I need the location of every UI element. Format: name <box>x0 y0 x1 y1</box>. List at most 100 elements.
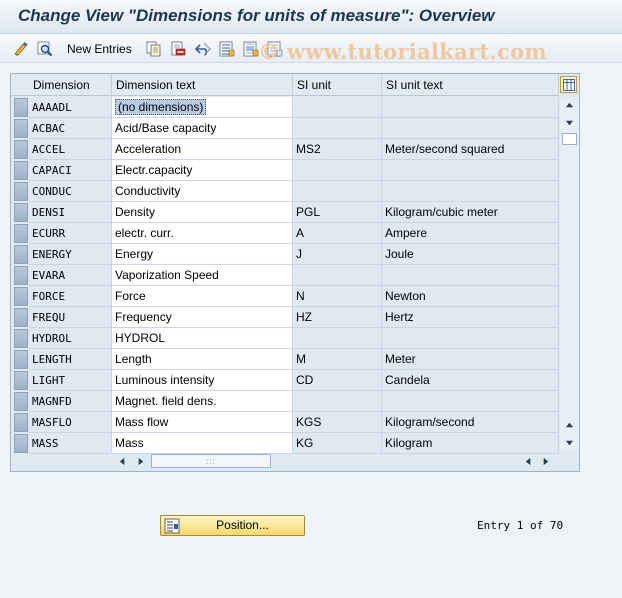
cell-dimension: ACBAC <box>29 118 112 139</box>
row-selector[interactable] <box>14 266 28 285</box>
watermark: © www.tutorialkart.com <box>258 39 547 64</box>
table-row: ENERGY Energy J Joule <box>11 244 559 265</box>
cell-si-unit <box>293 160 382 181</box>
scroll-far-left-icon[interactable] <box>522 455 535 468</box>
cell-si-unit: CD <box>293 370 382 391</box>
cell-si-unit-text <box>382 118 559 139</box>
cell-si-unit: PGL <box>293 202 382 223</box>
cell-dimension-text[interactable]: Energy <box>112 244 293 265</box>
horizontal-scrollbar[interactable]: ::: <box>111 452 559 470</box>
column-header-dimension[interactable]: Dimension <box>29 74 112 96</box>
cell-dimension-text[interactable]: Frequency <box>112 307 293 328</box>
cell-si-unit: N <box>293 286 382 307</box>
table-row: ACBAC Acid/Base capacity <box>11 118 559 139</box>
scroll-down-icon[interactable] <box>563 116 576 129</box>
row-selector[interactable] <box>14 203 28 222</box>
cell-si-unit-text-value: Candela <box>385 373 430 387</box>
cell-dimension: MAGNFD <box>29 391 112 412</box>
row-selector[interactable] <box>14 413 28 432</box>
position-button[interactable]: Position... <box>160 515 305 536</box>
row-selector[interactable] <box>14 182 28 201</box>
table-control: Dimension Dimension text SI unit SI unit… <box>10 73 580 472</box>
cell-dimension-text[interactable]: HYDROL <box>112 328 293 349</box>
cell-dimension-text-value: Luminous intensity <box>115 373 215 387</box>
row-selector[interactable] <box>14 245 28 264</box>
cell-dimension-text-value: Acceleration <box>115 142 182 156</box>
cell-dimension-text[interactable]: Conductivity <box>112 181 293 202</box>
table-row: FREQU Frequency HZ Hertz <box>11 307 559 328</box>
cell-dimension-text[interactable]: Length <box>112 349 293 370</box>
cell-si-unit: KGS <box>293 412 382 433</box>
column-header-si-unit-text[interactable]: SI unit text <box>382 74 559 96</box>
cell-dimension-text-value: Magnet. field dens. <box>115 394 217 408</box>
row-selector[interactable] <box>14 371 28 390</box>
scroll-right-icon[interactable] <box>134 455 147 468</box>
cell-dimension-text[interactable]: Force <box>112 286 293 307</box>
copy-icon[interactable] <box>145 40 163 58</box>
table-settings-icon[interactable] <box>560 76 577 93</box>
cell-dimension-text[interactable]: (no dimensions) <box>112 97 293 118</box>
cell-dimension-value: MAGNFD <box>32 395 72 408</box>
cell-dimension-text[interactable]: electr. curr. <box>112 223 293 244</box>
cell-dimension-text[interactable]: Acceleration <box>112 139 293 160</box>
row-selector[interactable] <box>14 392 28 411</box>
cell-dimension-text-value: Vaporization Speed <box>115 268 219 282</box>
table-row: LIGHT Luminous intensity CD Candela <box>11 370 559 391</box>
scroll-up-icon[interactable] <box>563 99 576 112</box>
scroll-far-right-icon[interactable] <box>539 455 552 468</box>
scroll-left-icon[interactable] <box>116 455 129 468</box>
cell-si-unit: A <box>293 223 382 244</box>
cell-dimension: CONDUC <box>29 181 112 202</box>
row-selector[interactable] <box>14 161 28 180</box>
cell-dimension: EVARA <box>29 265 112 286</box>
cell-si-unit <box>293 391 382 412</box>
vertical-scrollbar[interactable] <box>560 97 579 450</box>
cell-dimension-text[interactable]: Magnet. field dens. <box>112 391 293 412</box>
display-change-icon[interactable] <box>12 40 30 58</box>
cell-dimension: ENERGY <box>29 244 112 265</box>
cell-si-unit-text-value: Ampere <box>385 226 428 240</box>
cell-dimension-text[interactable]: Acid/Base capacity <box>112 118 293 139</box>
row-selector[interactable] <box>14 287 28 306</box>
row-selector[interactable] <box>14 224 28 243</box>
cell-dimension: HYDROL <box>29 328 112 349</box>
cell-dimension-text[interactable]: Electr.capacity <box>112 160 293 181</box>
cell-dimension: DENSI <box>29 202 112 223</box>
cell-dimension-text[interactable]: Vaporization Speed <box>112 265 293 286</box>
delete-icon[interactable] <box>169 40 187 58</box>
horizontal-scroll-thumb[interactable]: ::: <box>151 454 271 468</box>
row-selector[interactable] <box>14 119 28 138</box>
cell-dimension: MASFLO <box>29 412 112 433</box>
row-selector[interactable] <box>14 329 28 348</box>
cell-dimension-text[interactable]: Mass flow <box>112 412 293 433</box>
row-selector[interactable] <box>14 140 28 159</box>
cell-dimension-text[interactable]: Mass <box>112 433 293 454</box>
cell-dimension: ACCEL <box>29 139 112 160</box>
cell-si-unit-value: J <box>296 247 302 261</box>
cell-si-unit: HZ <box>293 307 382 328</box>
new-entries-button[interactable]: New Entries <box>67 42 132 56</box>
page-up-icon[interactable] <box>563 419 576 432</box>
cell-si-unit-text: Meter/second squared <box>382 139 559 160</box>
cell-dimension-text[interactable]: Luminous intensity <box>112 370 293 391</box>
cell-dimension-text-value: electr. curr. <box>115 226 174 240</box>
column-header-dimension-text[interactable]: Dimension text <box>112 74 293 96</box>
cell-dimension: MASS <box>29 433 112 454</box>
select-all-icon[interactable] <box>218 40 236 58</box>
cell-si-unit-text: Newton <box>382 286 559 307</box>
table-row: MAGNFD Magnet. field dens. <box>11 391 559 412</box>
row-selector[interactable] <box>14 98 28 117</box>
row-selector[interactable] <box>14 350 28 369</box>
page-down-icon[interactable] <box>563 436 576 449</box>
scroll-thumb[interactable] <box>562 133 577 145</box>
row-selector[interactable] <box>14 308 28 327</box>
table-row: MASFLO Mass flow KGS Kilogram/second <box>11 412 559 433</box>
row-selector[interactable] <box>14 434 28 453</box>
column-header-si-unit[interactable]: SI unit <box>293 74 382 96</box>
cell-si-unit <box>293 181 382 202</box>
cell-si-unit: M <box>293 349 382 370</box>
find-icon[interactable] <box>36 40 54 58</box>
undo-icon[interactable] <box>194 40 212 58</box>
table-row: ECURR electr. curr. A Ampere <box>11 223 559 244</box>
cell-dimension-text[interactable]: Density <box>112 202 293 223</box>
